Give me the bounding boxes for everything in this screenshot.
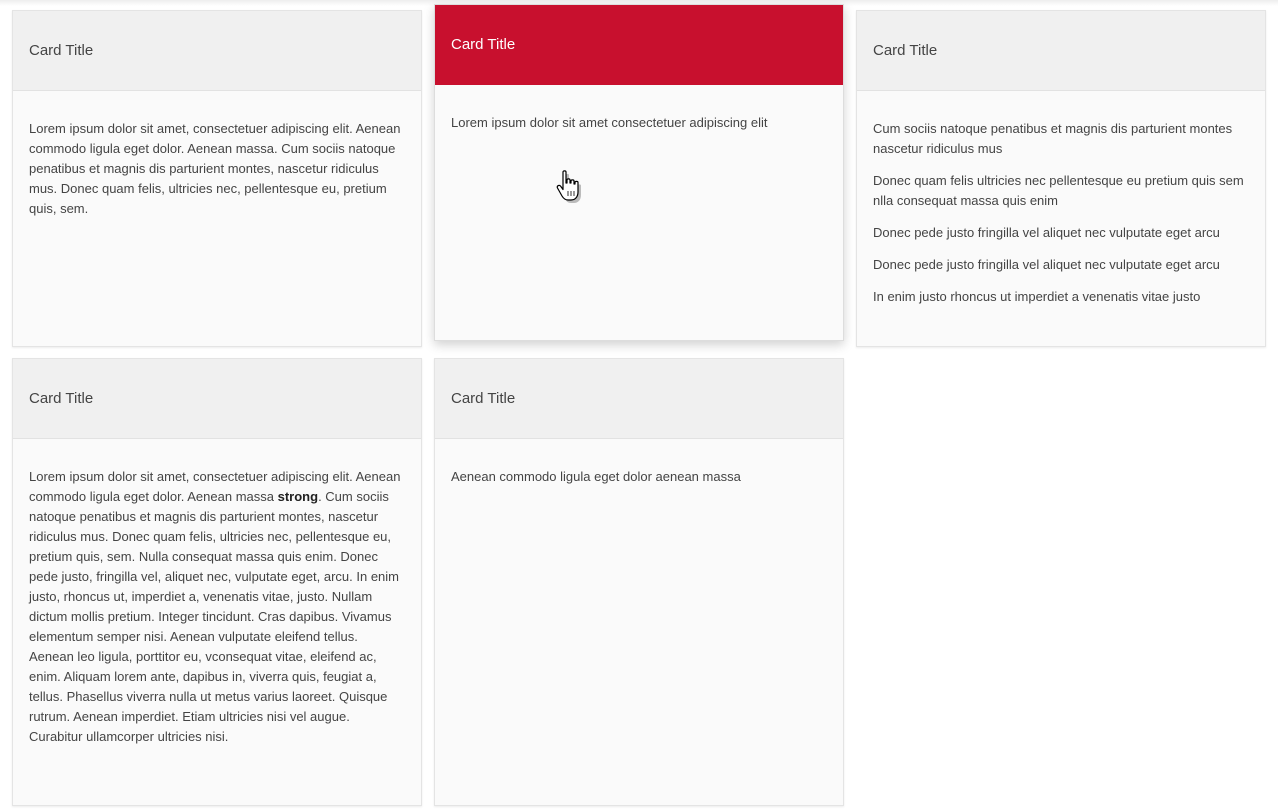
card-text: In enim justo rhoncus ut imperdiet a ven… (873, 289, 1201, 304)
card-title: Card Title (873, 42, 938, 59)
card-body: Lorem ipsum dolor sit amet, consectetuer… (13, 91, 421, 247)
card-body: Lorem ipsum dolor sit amet consectetuer … (435, 85, 843, 161)
card-body: Cum sociis natoque penatibus et magnis d… (857, 91, 1265, 335)
card-text: Aenean commodo ligula eget dolor aenean … (451, 469, 741, 484)
card[interactable]: Card Title Cum sociis natoque penatibus … (856, 10, 1266, 347)
card-text-part: . Cum sociis natoque penatibus et magnis… (29, 489, 399, 744)
card-text: Donec quam felis ultricies nec pellentes… (873, 173, 1244, 208)
card-title: Card Title (451, 390, 516, 407)
card-text: Donec pede justo fringilla vel aliquet n… (873, 225, 1220, 240)
card-text: Lorem ipsum dolor sit amet, consectetuer… (29, 121, 401, 216)
card[interactable]: Card Title Lorem ipsum dolor sit amet, c… (12, 10, 422, 347)
card-title: Card Title (29, 390, 94, 407)
card-text-strong: strong (277, 489, 319, 504)
card-body: Lorem ipsum dolor sit amet, consectetuer… (13, 439, 421, 775)
card-header: Card Title (13, 359, 421, 439)
card-text: Lorem ipsum dolor sit amet, consectetuer… (29, 467, 405, 747)
card-header: Card Title (435, 5, 843, 85)
card-active[interactable]: Card Title Lorem ipsum dolor sit amet co… (434, 4, 844, 341)
card-title: Card Title (29, 42, 94, 59)
card-text: Lorem ipsum dolor sit amet consectetuer … (451, 115, 768, 130)
card[interactable]: Card Title Aenean commodo ligula eget do… (434, 358, 844, 806)
card-header: Card Title (13, 11, 421, 91)
card-title: Card Title (451, 36, 516, 53)
card-body: Aenean commodo ligula eget dolor aenean … (435, 439, 843, 515)
card-header: Card Title (857, 11, 1265, 91)
hand-pointer-icon (556, 170, 586, 208)
card-header: Card Title (435, 359, 843, 439)
card[interactable]: Card Title Lorem ipsum dolor sit amet, c… (12, 358, 422, 806)
card-text: Cum sociis natoque penatibus et magnis d… (873, 121, 1233, 156)
card-text: Donec pede justo fringilla vel aliquet n… (873, 257, 1220, 272)
